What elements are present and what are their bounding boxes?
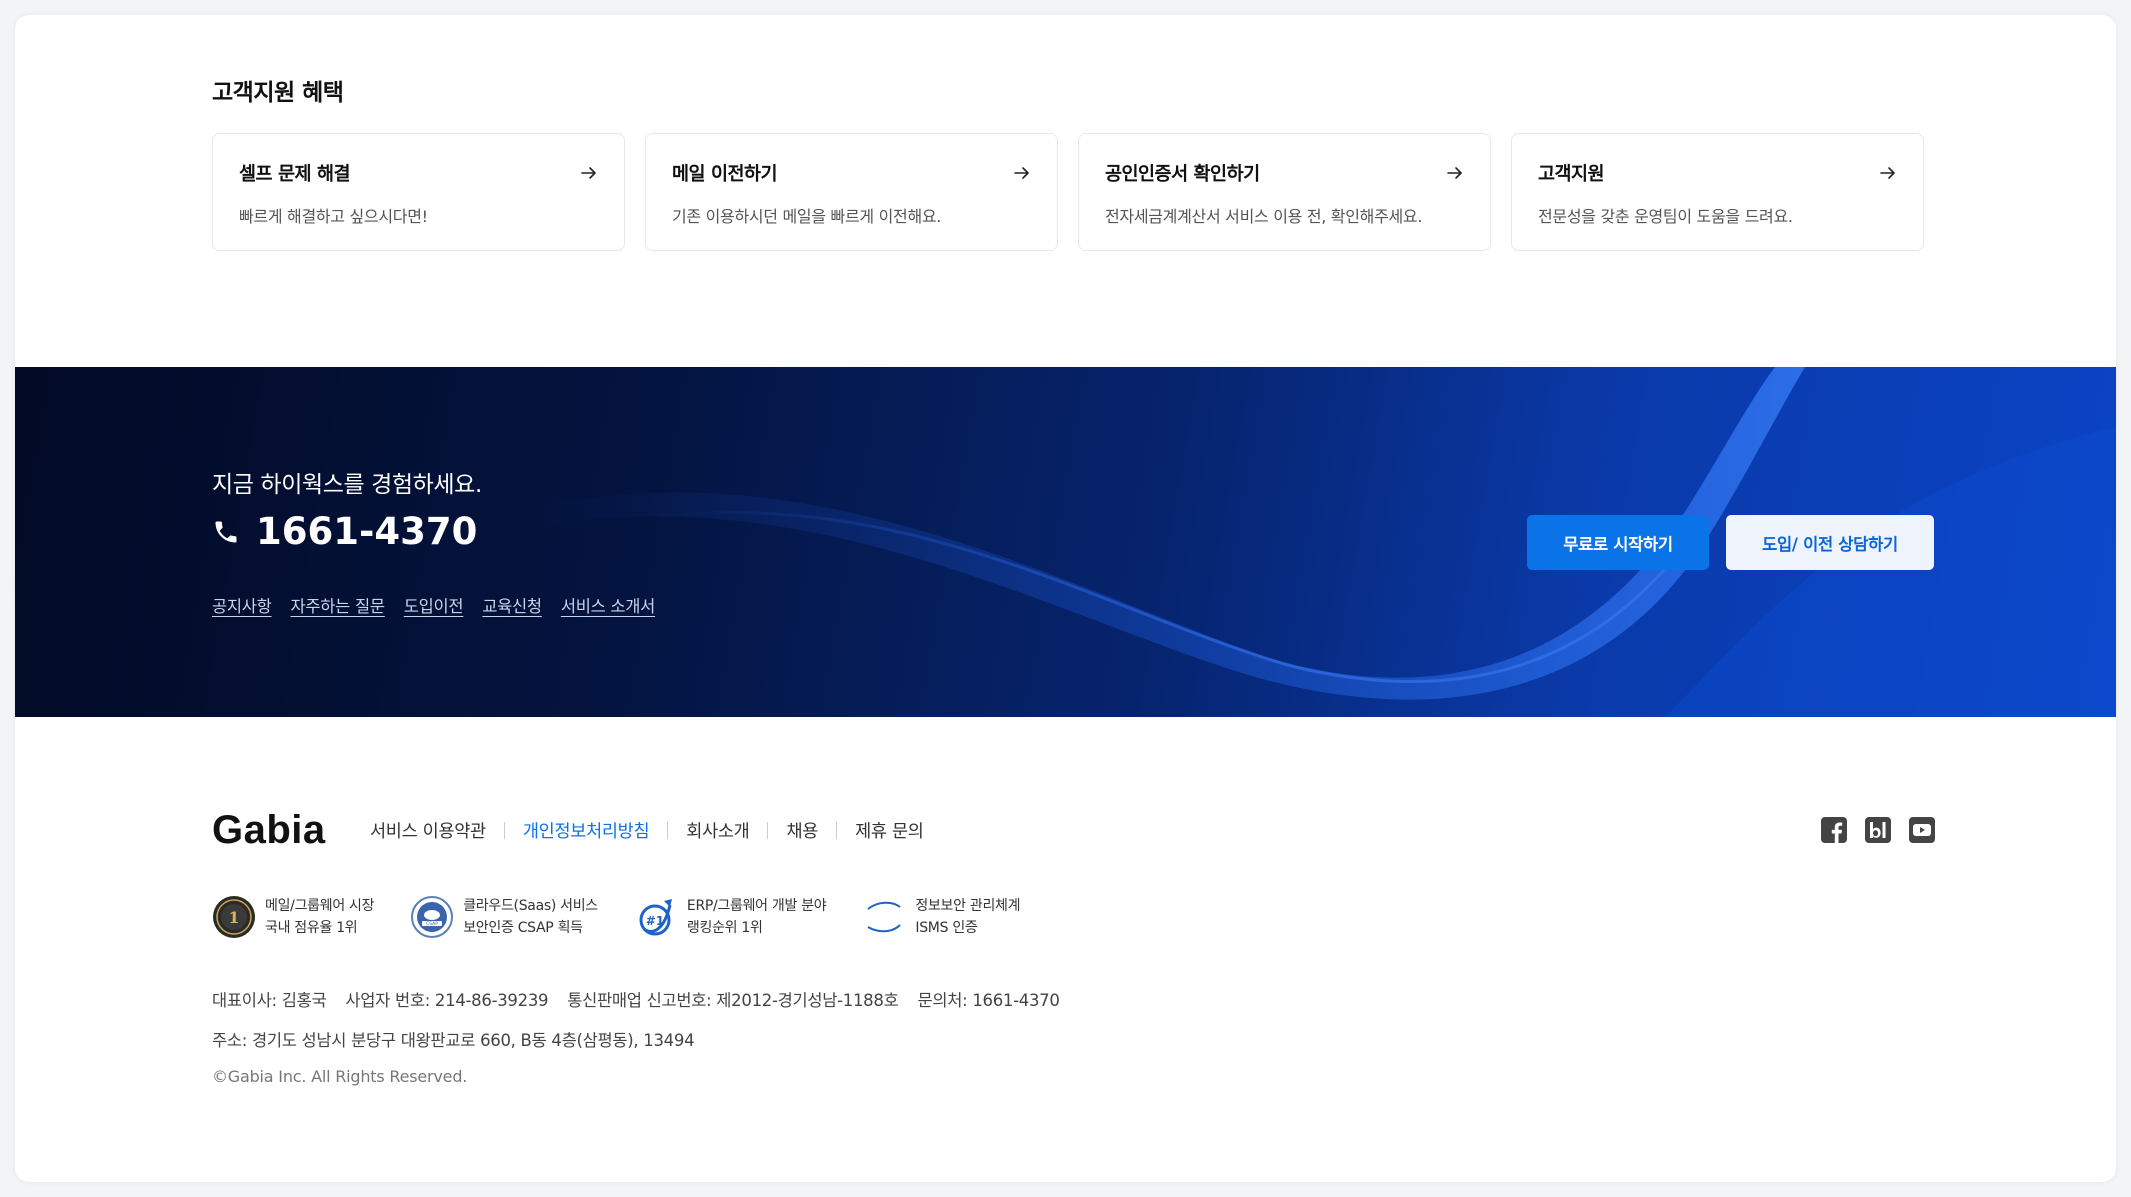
cert-line: ISMS 인증 [915, 920, 978, 936]
banner-links: 공지사항 자주하는 질문 도입이전 교육신청 서비스 소개서 [212, 593, 655, 617]
start-free-button[interactable]: 무료로 시작하기 [1527, 515, 1709, 570]
card-certificate-check[interactable]: 공인인증서 확인하기 전자세금계계산서 서비스 이용 전, 확인해주세요. [1078, 133, 1491, 251]
card-description: 기존 이용하시던 메일을 빠르게 이전해요. [672, 207, 942, 226]
banner-phone: 1661-4370 [212, 510, 477, 553]
consult-button[interactable]: 도입/ 이전 상담하기 [1726, 515, 1934, 570]
banner-content: 지금 하이웍스를 경험하세요. 1661-4370 공지사항 자주하는 질문 도… [212, 367, 1936, 717]
arrow-right-icon [1880, 167, 1895, 179]
csap-badge-icon: CSAP [411, 896, 454, 938]
cert-line: 랭킹순위 1위 [686, 920, 763, 936]
svg-text:CSAP: CSAP [426, 921, 438, 927]
cert-market-share: 1 메일/그룹웨어 시장 국내 점유율 1위 [212, 895, 375, 939]
blog-icon[interactable] [1864, 816, 1892, 844]
facebook-icon[interactable] [1820, 816, 1848, 844]
ceo-name: 대표이사: 김홍국 [212, 991, 327, 1010]
nav-divider [503, 821, 505, 839]
phone-icon [215, 521, 237, 542]
isms-logo-icon [867, 901, 902, 933]
cta-banner: 지금 하이웍스를 경험하세요. 1661-4370 공지사항 자주하는 질문 도… [15, 367, 2116, 717]
nav-partnership[interactable]: 제휴 문의 [855, 818, 924, 843]
svg-text:#1: #1 [646, 914, 664, 928]
site-footer: Gabia 서비스 이용약관 개인정보처리방침 회사소개 채용 제휴 문의 1 [212, 805, 1936, 1086]
address: 주소: 경기도 성남시 분당구 대왕판교로 660, B동 4층(삼평동), 1… [212, 1031, 695, 1050]
card-customer-support[interactable]: 고객지원 전문성을 갖춘 운영팀이 도움을 드려요. [1511, 133, 1924, 251]
nav-divider [667, 821, 669, 839]
card-description: 전자세금계계산서 서비스 이용 전, 확인해주세요. [1105, 207, 1423, 226]
page-frame: 고객지원 혜택 셀프 문제 해결 빠르게 해결하고 싶으시다면! 메일 이전하기… [15, 15, 2116, 1182]
youtube-icon[interactable] [1908, 816, 1936, 844]
nav-company[interactable]: 회사소개 [686, 818, 750, 843]
card-self-solve[interactable]: 셀프 문제 해결 빠르게 해결하고 싶으시다면! [212, 133, 625, 251]
market-share-medal-icon: 1 [213, 896, 255, 938]
nav-careers[interactable]: 채용 [786, 818, 818, 843]
link-training[interactable]: 교육신청 [482, 593, 542, 617]
nav-divider [767, 821, 769, 839]
card-title: 메일 이전하기 [672, 164, 778, 185]
nav-divider [836, 821, 838, 839]
card-title: 고객지원 [1538, 164, 1605, 185]
footer-top: Gabia 서비스 이용약관 개인정보처리방침 회사소개 채용 제휴 문의 [212, 805, 1936, 855]
cert-isms: 정보보안 관리체계 ISMS 인증 [862, 895, 1020, 939]
phone-number: 1661-4370 [256, 510, 478, 553]
arrow-right-icon [1014, 167, 1029, 179]
telecom-sales-number: 통신판매업 신고번호: 제2012-경기성남-1188호 [567, 991, 899, 1010]
social-links [1820, 816, 1936, 844]
cert-line: 보안인증 CSAP 획득 [463, 920, 583, 936]
section-title: 고객지원 혜택 [212, 80, 344, 106]
svg-text:1: 1 [228, 908, 239, 927]
link-adoption[interactable]: 도입이전 [404, 593, 464, 617]
gabia-logo[interactable]: Gabia [212, 808, 370, 853]
arrow-right-icon [581, 167, 596, 179]
banner-tagline: 지금 하이웍스를 경험하세요. [212, 472, 482, 498]
certifications: 1 메일/그룹웨어 시장 국내 점유율 1위 CSAP 클라우드(Saas) 서… [212, 895, 1936, 939]
card-title: 셀프 문제 해결 [239, 164, 351, 185]
nav-terms[interactable]: 서비스 이용약관 [370, 818, 486, 843]
cert-ranking: #1 ERP/그룹웨어 개발 분야 랭킹순위 1위 [634, 895, 827, 939]
company-info: 대표이사: 김홍국 사업자 번호: 214-86-39239 통신판매업 신고번호:… [212, 987, 1936, 1086]
company-info-line: 대표이사: 김홍국 사업자 번호: 214-86-39239 통신판매업 신고번호:… [212, 987, 1936, 1011]
cert-csap: CSAP 클라우드(Saas) 서비스 보안인증 CSAP 획득 [410, 895, 598, 939]
cert-line: 국내 점유율 1위 [265, 920, 358, 936]
card-description: 빠르게 해결하고 싶으시다면! [239, 207, 428, 226]
cert-line: 메일/그룹웨어 시장 [265, 898, 375, 914]
copyright: ©Gabia Inc. All Rights Reserved. [212, 1067, 468, 1086]
link-notice[interactable]: 공지사항 [212, 593, 272, 617]
contact-number: 문의처: 1661-4370 [917, 991, 1060, 1010]
cert-line: ERP/그룹웨어 개발 분야 [686, 898, 827, 914]
cert-line: 클라우드(Saas) 서비스 [463, 898, 598, 914]
link-service-intro[interactable]: 서비스 소개서 [561, 593, 656, 617]
link-faq[interactable]: 자주하는 질문 [291, 593, 386, 617]
arrow-right-icon [1447, 167, 1462, 179]
business-number: 사업자 번호: 214-86-39239 [345, 991, 549, 1010]
footer-nav: 서비스 이용약관 개인정보처리방침 회사소개 채용 제휴 문의 [370, 818, 924, 843]
nav-privacy[interactable]: 개인정보처리방침 [523, 818, 650, 843]
support-benefits-section: 고객지원 혜택 셀프 문제 해결 빠르게 해결하고 싶으시다면! 메일 이전하기… [212, 73, 1936, 251]
card-title: 공인인증서 확인하기 [1105, 164, 1260, 185]
benefit-cards: 셀프 문제 해결 빠르게 해결하고 싶으시다면! 메일 이전하기 기존 이용하시… [212, 133, 1936, 251]
ranking-first-icon: #1 [639, 899, 672, 936]
card-description: 전문성을 갖춘 운영팀이 도움을 드려요. [1538, 207, 1793, 226]
cert-line: 정보보안 관리체계 [915, 898, 1021, 914]
card-mail-migration[interactable]: 메일 이전하기 기존 이용하시던 메일을 빠르게 이전해요. [645, 133, 1058, 251]
